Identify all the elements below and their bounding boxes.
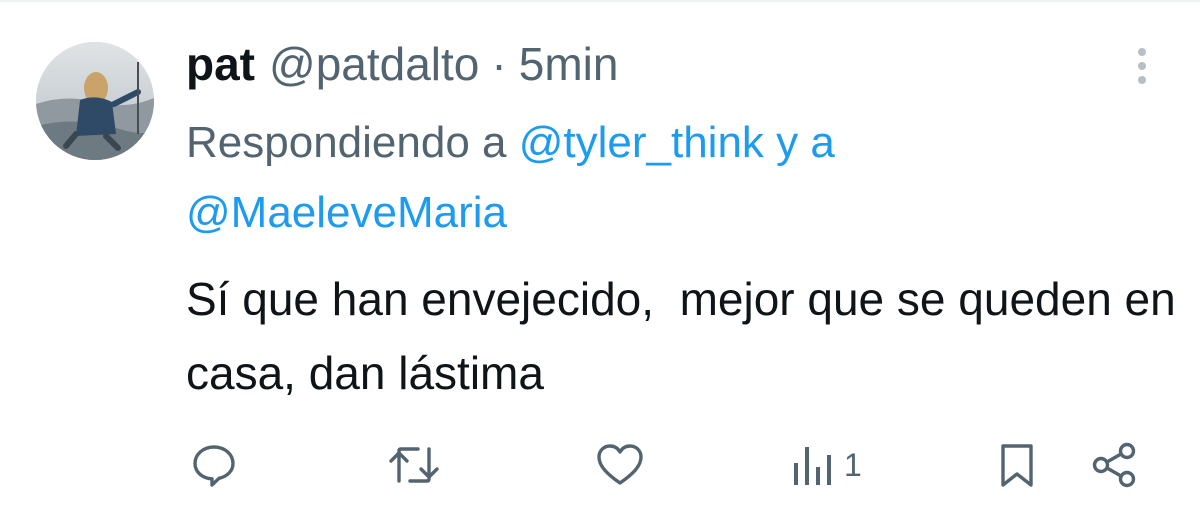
header-separator: ·: [491, 38, 507, 90]
views-count: 1: [844, 446, 862, 483]
tweet-header: pat @patdalto · 5min: [186, 38, 618, 90]
retweet-icon: [389, 447, 439, 483]
user-handle[interactable]: @patdalto: [269, 38, 479, 90]
bookmark-icon: [1001, 444, 1033, 487]
timestamp[interactable]: 5min: [519, 38, 619, 90]
mention-link-1[interactable]: @tyler_think: [519, 118, 764, 167]
views-button[interactable]: 1: [790, 440, 862, 490]
reply-button[interactable]: [190, 440, 238, 490]
top-divider: [0, 0, 1200, 2]
reply-bubble-icon: [193, 445, 235, 487]
more-options-button[interactable]: [1124, 40, 1160, 92]
bookmark-button[interactable]: [997, 440, 1037, 490]
heart-icon: [597, 444, 643, 485]
tweet-text: Sí que han envejecido, mejor que se qued…: [186, 273, 1189, 399]
share-button[interactable]: [1090, 440, 1140, 490]
like-button[interactable]: [595, 440, 645, 490]
reply-prefix: Respondiendo a: [186, 118, 507, 167]
reply-conjunction[interactable]: y a: [776, 118, 835, 167]
retweet-button[interactable]: [388, 440, 440, 490]
display-name[interactable]: pat: [186, 38, 255, 90]
avatar[interactable]: [36, 42, 154, 160]
views-bar-chart-icon: [794, 447, 831, 485]
reply-context: Respondiendo a @tyler_think y a @Maeleve…: [186, 108, 1166, 248]
share-icon: [1092, 442, 1136, 488]
more-vertical-icon: [1138, 48, 1146, 84]
mention-link-2[interactable]: @MaeleveMaria: [186, 188, 507, 237]
